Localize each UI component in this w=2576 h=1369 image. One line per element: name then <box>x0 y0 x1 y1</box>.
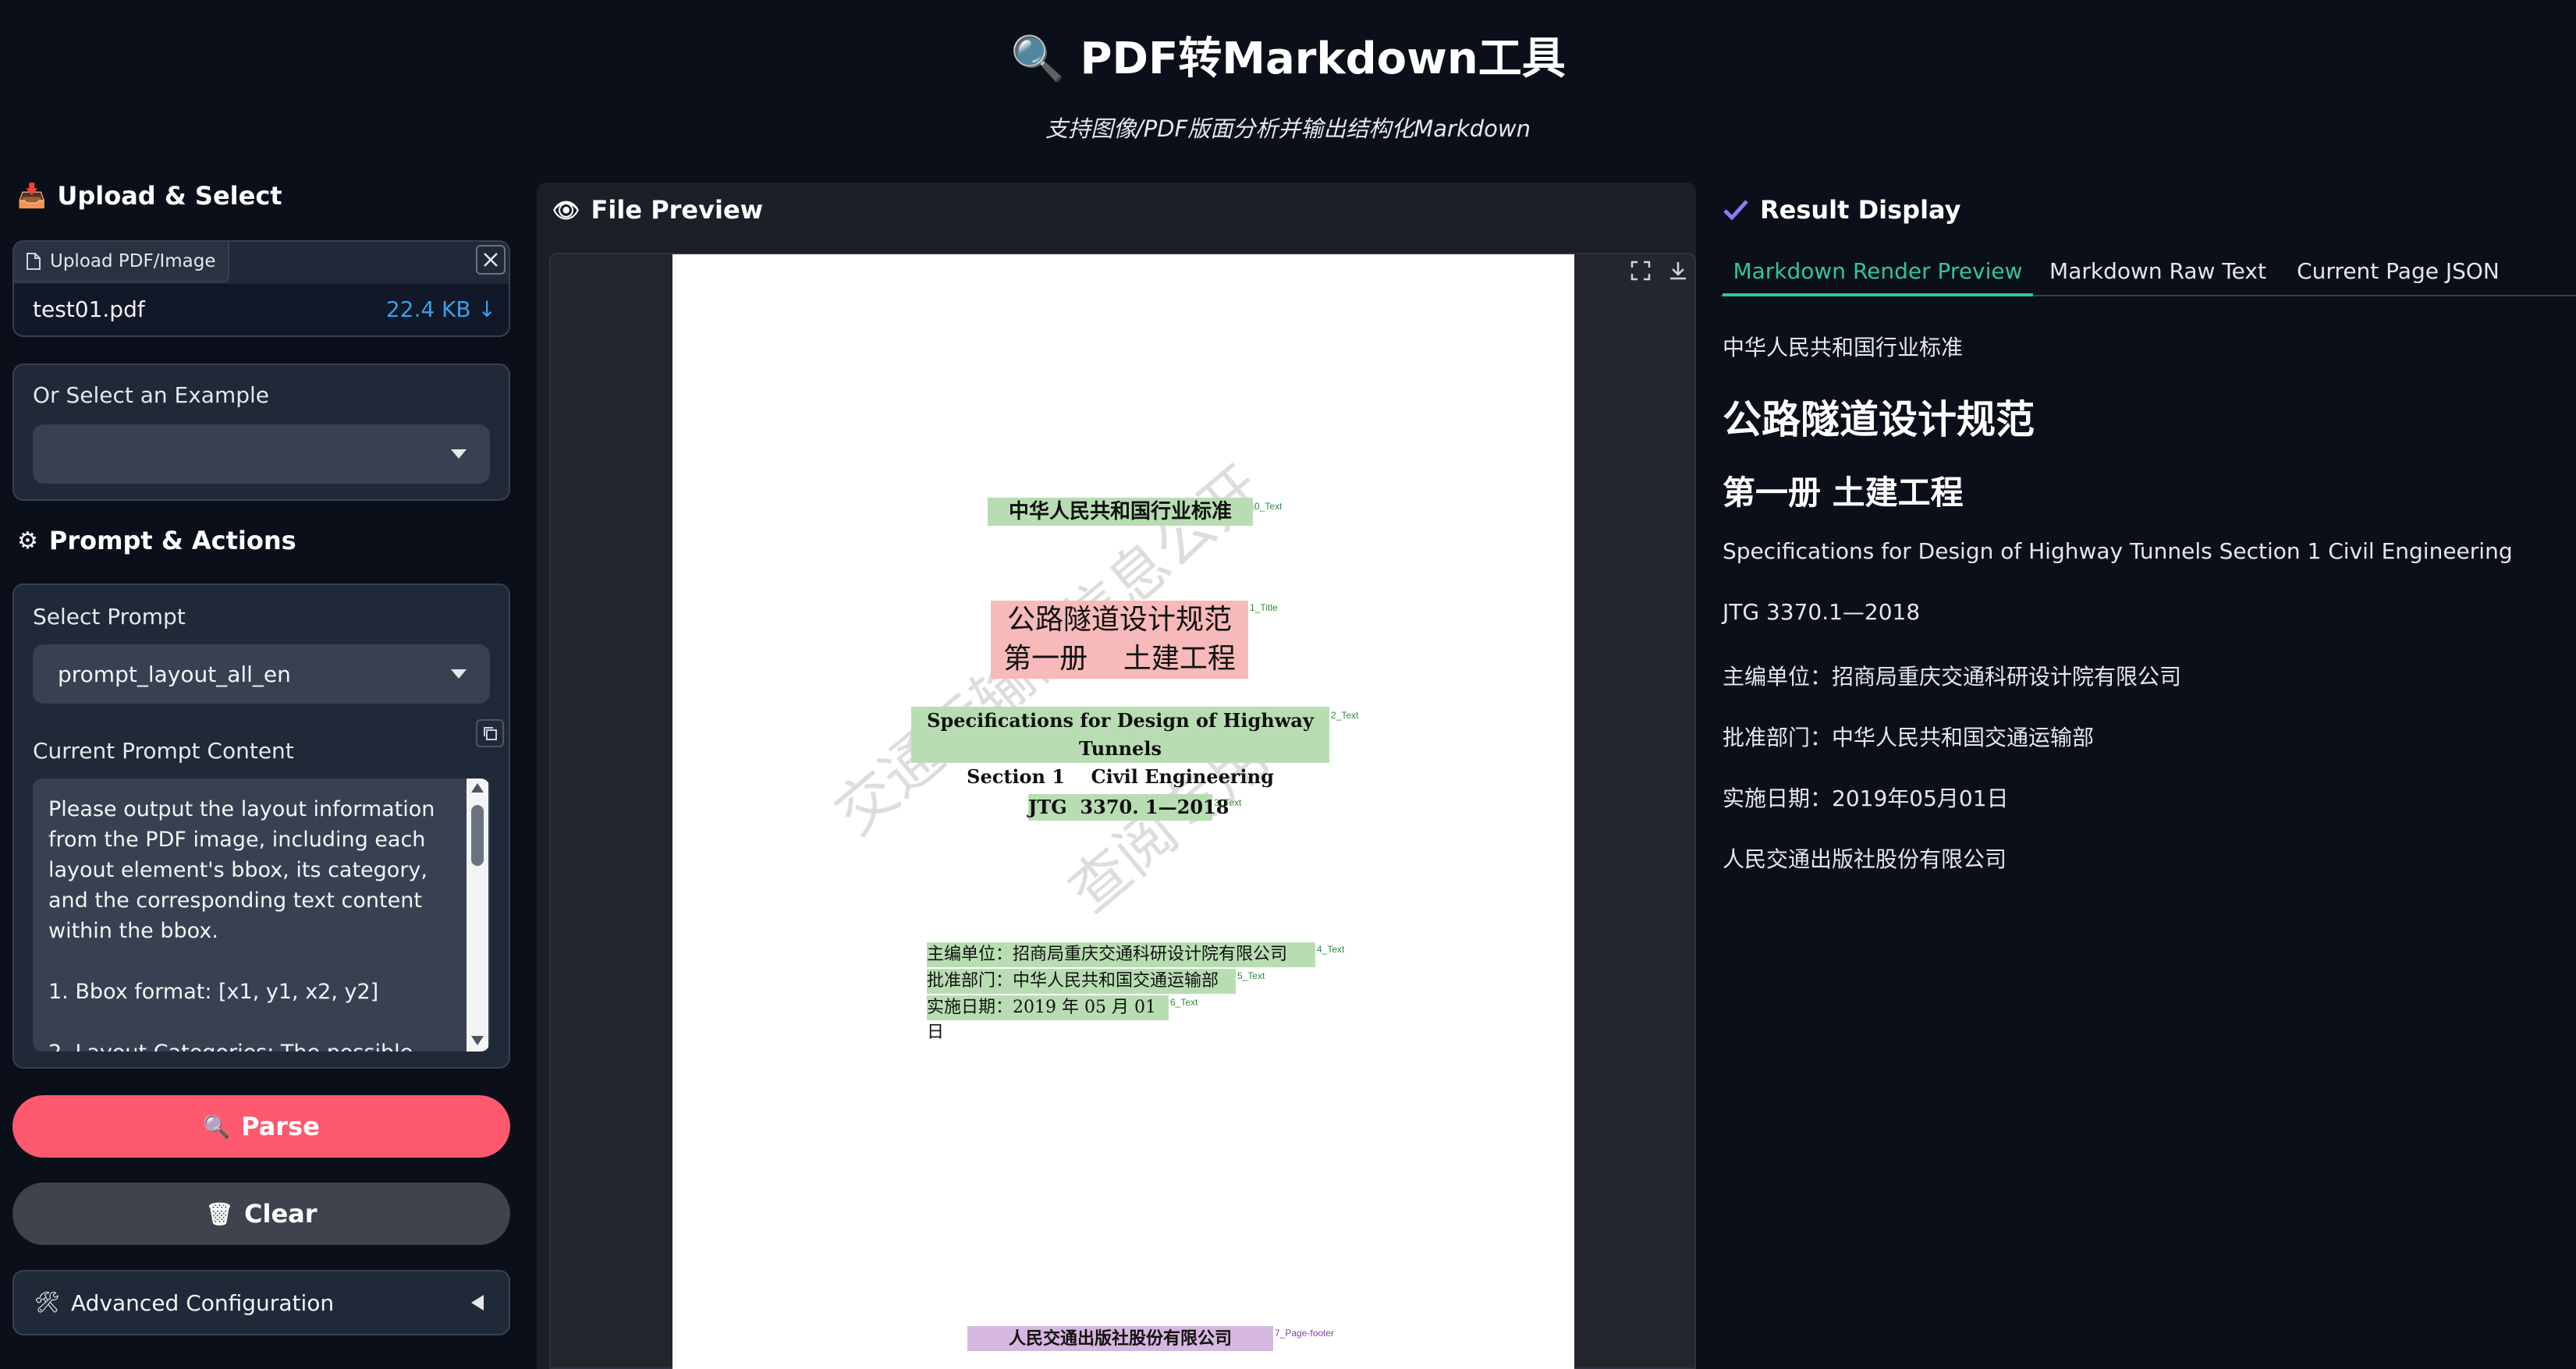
layout-tag-2: 2_Text <box>1331 710 1359 721</box>
layout-tag-4: 4_Text <box>1317 944 1345 955</box>
tab-markdown-raw[interactable]: Markdown Raw Text <box>2046 250 2270 296</box>
select-prompt-label: Select Prompt <box>33 604 186 630</box>
pdf-page-preview: 交通运输部信息公开 查阅专用 中华人民共和国行业标准 0_Text 公路隧道设计… <box>672 254 1574 1369</box>
checkmark-icon <box>1723 200 1748 221</box>
upload-section-header: 📥 Upload & Select <box>17 181 282 211</box>
preview-section-title: File Preview <box>591 195 764 225</box>
scrollbar-thumb[interactable] <box>471 805 484 866</box>
md-paragraph-2: Specifications for Design of Highway Tun… <box>1723 538 2513 564</box>
prompt-box: Select Prompt prompt_layout_all_en Curre… <box>12 583 510 1069</box>
prompt-scrollbar[interactable] <box>467 778 488 1052</box>
download-button[interactable] <box>1665 257 1691 284</box>
layout-block-3: JTG 3370. 1—2018 <box>1028 794 1229 821</box>
upload-tab-label: Upload PDF/Image <box>50 251 216 271</box>
layout-tag-3: 3_Text <box>1214 797 1242 808</box>
prompt-section-header: ⚙ Prompt & Actions <box>17 526 296 555</box>
layout-block-2: Specifications for Design of Highway Tun… <box>911 707 1329 788</box>
fullscreen-button[interactable] <box>1627 257 1654 284</box>
layout-tag-6: 6_Text <box>1170 997 1198 1008</box>
example-select-box: Or Select an Example <box>12 364 510 501</box>
scroll-up-icon[interactable] <box>471 783 484 793</box>
md-paragraph-3: JTG 3370.1—2018 <box>1723 599 1921 625</box>
advanced-config-accordion[interactable]: 🛠 Advanced Configuration <box>12 1270 510 1335</box>
file-size-download[interactable]: 22.4 KB ↓ <box>386 296 496 322</box>
layout-block-4: 主编单位：招商局重庆交通科研设计院有限公司 <box>927 942 1315 967</box>
advanced-config-label: Advanced Configuration <box>71 1289 335 1316</box>
prompt-content-text: Please output the layout information fro… <box>48 797 435 1052</box>
copy-prompt-button[interactable] <box>476 719 504 747</box>
magnifier-icon: 🔍 <box>203 1113 231 1140</box>
scroll-down-icon[interactable] <box>471 1036 484 1045</box>
layout-block-5: 批准部门：中华人民共和国交通运输部 <box>927 969 1236 994</box>
layout-tag-0: 0_Text <box>1254 501 1283 512</box>
clear-button[interactable]: 🗑 Clear <box>12 1183 510 1245</box>
chevron-down-icon <box>451 449 467 459</box>
fullscreen-icon <box>1630 261 1651 281</box>
spec-line-2: Section 1 Civil Engineering <box>967 765 1274 788</box>
prompt-content-textarea[interactable]: Please output the layout information fro… <box>33 778 490 1052</box>
layout-tag-7: 7_Page-footer <box>1275 1328 1335 1339</box>
prompt-dropdown[interactable]: prompt_layout_all_en <box>33 644 490 704</box>
tab-page-json[interactable]: Current Page JSON <box>2289 250 2507 296</box>
md-paragraph-1: 中华人民共和国行业标准 <box>1723 335 1964 360</box>
md-heading-1: 公路隧道设计规范 <box>1723 397 2035 442</box>
eye-icon: 👁 <box>552 197 580 223</box>
file-upload-box[interactable]: Upload PDF/Image test01.pdf 22.4 KB ↓ <box>12 240 510 337</box>
chevron-down-icon <box>451 669 467 679</box>
inbox-tray-icon: 📥 <box>17 182 47 210</box>
example-dropdown[interactable] <box>33 424 490 484</box>
gear-icon: ⚙ <box>17 527 38 555</box>
app-title: 🔍 PDF转Markdown工具 <box>1010 34 1566 84</box>
close-upload-button[interactable] <box>476 245 506 275</box>
clear-button-label: Clear <box>244 1199 318 1229</box>
layout-tag-5: 5_Text <box>1237 970 1265 981</box>
tools-icon: 🛠 <box>34 1291 61 1314</box>
layout-tag-1: 1_Title <box>1250 602 1278 613</box>
file-name: test01.pdf <box>33 296 145 322</box>
layout-block-6: 实施日期：2019 年 05 月 01 日 <box>927 995 1169 1042</box>
prompt-content-label: Current Prompt Content <box>33 738 294 764</box>
parse-button-label: Parse <box>241 1112 320 1141</box>
file-icon <box>27 253 41 270</box>
md-paragraph-5: 批准部门：中华人民共和国交通运输部 <box>1723 725 2095 750</box>
trash-icon: 🗑 <box>205 1201 233 1227</box>
result-section-title: Result Display <box>1760 195 1961 225</box>
result-section-header: Result Display <box>1723 195 1961 225</box>
md-paragraph-7: 人民交通出版社股份有限公司 <box>1723 846 2007 872</box>
spec-line-1: Specifications for Design of Highway Tun… <box>927 709 1314 760</box>
uploaded-file-row[interactable]: test01.pdf 22.4 KB ↓ <box>14 284 509 335</box>
layout-block-1: 公路隧道设计规范 第一册 土建工程 <box>991 601 1248 679</box>
parse-button[interactable]: 🔍 Parse <box>12 1095 510 1158</box>
download-icon <box>1670 262 1686 280</box>
app-subtitle: 支持图像/PDF版面分析并输出结构化Markdown <box>1045 115 1531 142</box>
title-line-1: 公路隧道设计规范 <box>1006 604 1232 636</box>
collapse-arrow-icon <box>471 1295 484 1310</box>
prompt-section-title: Prompt & Actions <box>48 526 296 555</box>
tab-markdown-render[interactable]: Markdown Render Preview <box>1723 250 2033 296</box>
layout-block-7: 人民交通出版社股份有限公司 <box>967 1326 1273 1351</box>
preview-section-header: 👁 File Preview <box>552 195 763 225</box>
copy-icon <box>484 727 497 740</box>
md-paragraph-6: 实施日期：2019年05月01日 <box>1723 786 2009 811</box>
layout-block-0: 中华人民共和国行业标准 <box>988 498 1253 526</box>
md-heading-2: 第一册 土建工程 <box>1723 473 1964 512</box>
title-line-2: 第一册 土建工程 <box>1003 643 1236 675</box>
prompt-dropdown-value: prompt_layout_all_en <box>58 661 291 687</box>
close-icon <box>484 253 498 267</box>
md-paragraph-4: 主编单位：招商局重庆交通科研设计院有限公司 <box>1723 664 2182 690</box>
example-select-label: Or Select an Example <box>33 382 270 408</box>
upload-section-title: Upload & Select <box>57 181 282 211</box>
upload-tab[interactable]: Upload PDF/Image <box>14 242 229 282</box>
